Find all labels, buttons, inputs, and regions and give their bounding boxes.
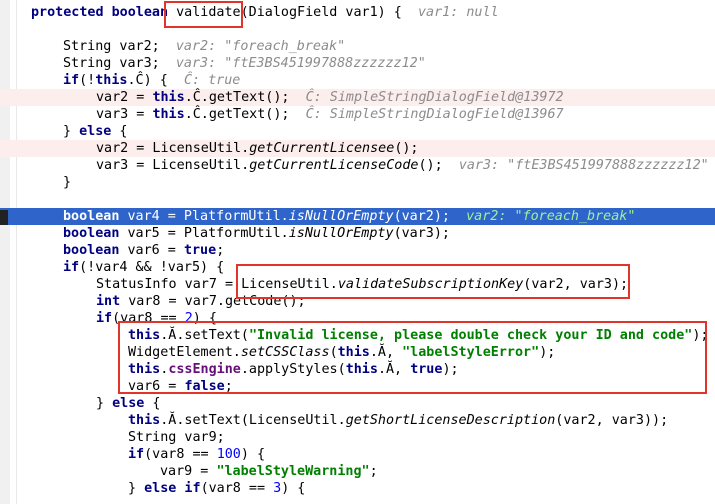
inline-value-hint: Ĉ: SimpleStringDialogField@13972 <box>305 90 564 105</box>
keyword: this <box>152 107 185 122</box>
code-line[interactable]: String var3; var3: "ftE3BS451997888zzzzz… <box>63 55 426 72</box>
code-line[interactable]: boolean var5 = PlatformUtil.isNullOrEmpt… <box>63 225 450 242</box>
code-line[interactable]: } else { <box>96 395 161 412</box>
code-text: (var2); <box>393 209 467 224</box>
keyword: this <box>152 90 185 105</box>
inline-value-hint: var3: "ftE3BS451997888zzzzzz12" <box>175 56 426 71</box>
code-line[interactable]: } else if(var8 == 3) { <box>128 480 305 497</box>
keyword: this <box>128 413 161 428</box>
code-text: String var2; <box>63 39 176 54</box>
code-text: var2 = LicenseUtil. <box>96 141 250 156</box>
code-text: var4 = PlatformUtil. <box>119 209 289 224</box>
code-line[interactable]: } else { <box>63 123 128 140</box>
keyword: else <box>79 124 112 139</box>
breakpoint-marker[interactable] <box>0 210 8 225</box>
keyword: boolean <box>63 226 120 241</box>
code-text: { <box>144 396 161 411</box>
code-text: var6 = <box>119 243 184 258</box>
code-line[interactable]: this.Ă.setText(LicenseUtil.getShortLicen… <box>128 412 668 429</box>
static-method: getCurrentLicensee <box>249 141 395 156</box>
number-literal: 3 <box>273 481 282 496</box>
keyword: true <box>183 243 217 258</box>
inline-value-hint: Ĉ: SimpleStringDialogField@13967 <box>305 107 564 122</box>
code-text: String var3; <box>63 56 176 71</box>
code-text: (var8 == <box>200 481 274 496</box>
code-text: ; <box>369 464 378 479</box>
code-text: var5 = PlatformUtil. <box>119 226 289 241</box>
code-text: ) { <box>240 447 266 462</box>
code-text: (var2, var3)); <box>555 413 669 428</box>
code-line[interactable]: var2 = this.Ĉ.getText(); Ĉ: SimpleString… <box>96 89 564 106</box>
keyword: if <box>128 447 145 462</box>
code-text: var3 = <box>96 107 153 122</box>
inline-value-hint: Ĉ: true <box>183 73 241 88</box>
code-line[interactable]: var3 = LicenseUtil.getCurrentLicenseCode… <box>96 157 709 174</box>
keyword: else <box>112 396 145 411</box>
keyword: this <box>95 73 128 88</box>
keyword: if <box>96 311 113 326</box>
code-text: } <box>63 175 72 190</box>
static-method: isNullOrEmpty <box>288 226 394 241</box>
keyword: int <box>96 294 121 309</box>
code-text: .Ĉ.getText(); <box>184 107 306 122</box>
code-line[interactable]: String var2; var2: "foreach_break" <box>63 38 345 55</box>
code-text: { <box>111 124 128 139</box>
code-text: (DialogField var1) { <box>240 5 418 20</box>
inline-value-hint: var2: "foreach_break" <box>466 209 636 224</box>
code-text: .Ĉ) { <box>127 73 184 88</box>
code-text: (! <box>79 73 96 88</box>
inline-value-hint: var3: "ftE3BS451997888zzzzzz12" <box>458 158 709 173</box>
code-line[interactable]: protected boolean validate(DialogField v… <box>31 4 499 21</box>
annotation-box-validate <box>164 1 243 28</box>
keyword: protected boolean <box>31 5 177 20</box>
code-text: (); <box>394 141 419 156</box>
string-literal: "labelStyleWarning" <box>216 464 370 479</box>
static-method: getCurrentLicenseCode <box>249 158 419 173</box>
code-line[interactable]: if(!this.Ĉ) { Ĉ: true <box>63 72 240 89</box>
code-line[interactable]: String var9; <box>128 429 225 446</box>
code-line-current[interactable]: boolean var4 = PlatformUtil.isNullOrEmpt… <box>63 208 635 225</box>
code-line[interactable]: var9 = "labelStyleWarning"; <box>160 463 378 480</box>
code-line[interactable]: if(var8 == 100) { <box>128 446 265 463</box>
code-text: var3 = LicenseUtil. <box>96 158 250 173</box>
code-text: (var8 == <box>144 447 217 462</box>
code-text: (); <box>418 158 459 173</box>
code-line[interactable]: boolean var6 = true; <box>63 242 224 259</box>
code-text: ) { <box>281 481 306 496</box>
code-line[interactable]: if(!var4 && !var5) { <box>63 259 224 276</box>
keyword: boolean <box>63 243 120 258</box>
annotation-box-validate-key <box>236 264 630 299</box>
static-method: isNullOrEmpty <box>288 209 394 224</box>
fold-guide <box>16 0 17 504</box>
inline-value-hint: var2: "foreach_break" <box>175 39 346 54</box>
code-line[interactable]: } <box>63 174 71 191</box>
code-text: var9 = <box>160 464 217 479</box>
code-text: (var3); <box>393 226 450 241</box>
annotation-box-error-branch <box>118 321 707 394</box>
keyword: if <box>63 73 80 88</box>
editor-gutter <box>0 0 10 504</box>
code-text: (!var4 && !var5) { <box>79 260 225 275</box>
code-line[interactable]: var3 = this.Ĉ.getText(); Ĉ: SimpleString… <box>96 106 564 123</box>
code-text: } <box>63 124 80 139</box>
keyword: else if <box>144 481 201 496</box>
number-literal: 100 <box>216 447 241 462</box>
code-line[interactable]: var2 = LicenseUtil.getCurrentLicensee(); <box>96 140 419 157</box>
code-text: String var9; <box>128 430 225 445</box>
keyword: boolean <box>63 209 120 224</box>
code-text: .Ă.setText(LicenseUtil. <box>160 413 346 428</box>
static-method: getShortLicenseDescription <box>345 413 556 428</box>
keyword: if <box>63 260 80 275</box>
inline-value-hint: var1: null <box>418 5 499 20</box>
code-text: .Ĉ.getText(); <box>184 90 306 105</box>
code-text: } <box>128 481 145 496</box>
code-text: ; <box>216 243 225 258</box>
code-text: } <box>96 396 113 411</box>
code-text: var2 = <box>96 90 153 105</box>
